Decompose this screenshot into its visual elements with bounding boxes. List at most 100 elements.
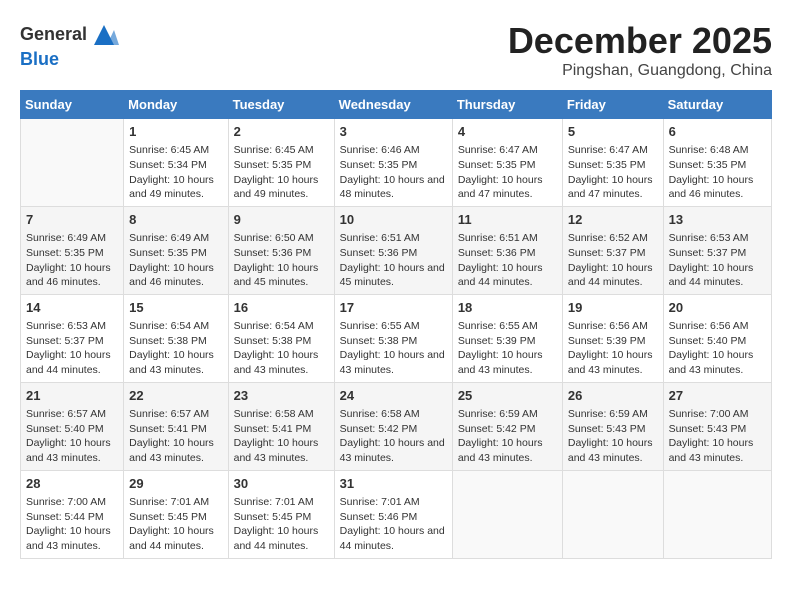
sunrise-label: Sunrise: 6:59 AM [458,408,538,420]
sunrise-label: Sunrise: 7:01 AM [340,496,420,508]
weekday-header: Tuesday [228,91,334,119]
sunrise-label: Sunrise: 6:45 AM [129,144,209,156]
daylight-label: Daylight: 10 hours and 49 minutes. [129,174,214,201]
daylight-label: Daylight: 10 hours and 46 minutes. [129,262,214,289]
calendar-day-cell [21,119,124,207]
day-info: Sunrise: 6:53 AM Sunset: 5:37 PM Dayligh… [26,319,118,378]
day-info: Sunrise: 6:45 AM Sunset: 5:35 PM Dayligh… [234,143,329,202]
sunrise-label: Sunrise: 6:45 AM [234,144,314,156]
calendar-day-cell: 19 Sunrise: 6:56 AM Sunset: 5:39 PM Dayl… [562,294,663,382]
day-info: Sunrise: 6:55 AM Sunset: 5:39 PM Dayligh… [458,319,557,378]
logo-icon [89,20,119,50]
day-number: 28 [26,475,118,493]
sunset-label: Sunset: 5:35 PM [568,159,646,171]
sunset-label: Sunset: 5:40 PM [669,335,747,347]
sunrise-label: Sunrise: 6:52 AM [568,232,648,244]
day-info: Sunrise: 7:01 AM Sunset: 5:45 PM Dayligh… [129,495,222,554]
sunset-label: Sunset: 5:46 PM [340,511,418,523]
day-info: Sunrise: 6:52 AM Sunset: 5:37 PM Dayligh… [568,231,658,290]
daylight-label: Daylight: 10 hours and 44 minutes. [234,525,319,552]
sunrise-label: Sunrise: 6:57 AM [26,408,106,420]
calendar-day-cell [663,470,771,558]
day-number: 7 [26,211,118,229]
sunset-label: Sunset: 5:45 PM [129,511,207,523]
calendar-day-cell: 23 Sunrise: 6:58 AM Sunset: 5:41 PM Dayl… [228,382,334,470]
day-number: 17 [340,299,447,317]
day-info: Sunrise: 6:57 AM Sunset: 5:41 PM Dayligh… [129,407,222,466]
day-info: Sunrise: 6:51 AM Sunset: 5:36 PM Dayligh… [340,231,447,290]
sunrise-label: Sunrise: 6:53 AM [26,320,106,332]
sunset-label: Sunset: 5:40 PM [26,423,104,435]
daylight-label: Daylight: 10 hours and 44 minutes. [458,262,543,289]
calendar-header: SundayMondayTuesdayWednesdayThursdayFrid… [21,91,772,119]
sunset-label: Sunset: 5:43 PM [669,423,747,435]
calendar-week-row: 14 Sunrise: 6:53 AM Sunset: 5:37 PM Dayl… [21,294,772,382]
sunset-label: Sunset: 5:39 PM [568,335,646,347]
day-number: 4 [458,123,557,141]
day-number: 29 [129,475,222,493]
day-number: 18 [458,299,557,317]
daylight-label: Daylight: 10 hours and 43 minutes. [568,437,653,464]
day-number: 9 [234,211,329,229]
calendar-day-cell: 12 Sunrise: 6:52 AM Sunset: 5:37 PM Dayl… [562,206,663,294]
day-number: 19 [568,299,658,317]
day-number: 22 [129,387,222,405]
sunrise-label: Sunrise: 6:58 AM [340,408,420,420]
day-number: 10 [340,211,447,229]
sunrise-label: Sunrise: 6:54 AM [234,320,314,332]
daylight-label: Daylight: 10 hours and 44 minutes. [340,525,445,552]
daylight-label: Daylight: 10 hours and 46 minutes. [26,262,111,289]
sunset-label: Sunset: 5:37 PM [26,335,104,347]
calendar-week-row: 28 Sunrise: 7:00 AM Sunset: 5:44 PM Dayl… [21,470,772,558]
calendar-day-cell: 14 Sunrise: 6:53 AM Sunset: 5:37 PM Dayl… [21,294,124,382]
day-number: 21 [26,387,118,405]
daylight-label: Daylight: 10 hours and 47 minutes. [458,174,543,201]
calendar-day-cell: 17 Sunrise: 6:55 AM Sunset: 5:38 PM Dayl… [334,294,452,382]
day-info: Sunrise: 6:53 AM Sunset: 5:37 PM Dayligh… [669,231,766,290]
day-number: 24 [340,387,447,405]
daylight-label: Daylight: 10 hours and 43 minutes. [669,349,754,376]
sunset-label: Sunset: 5:35 PM [234,159,312,171]
logo-general: General [20,24,87,44]
calendar-day-cell [452,470,562,558]
sunset-label: Sunset: 5:36 PM [340,247,418,259]
daylight-label: Daylight: 10 hours and 43 minutes. [234,349,319,376]
sunset-label: Sunset: 5:35 PM [26,247,104,259]
sunset-label: Sunset: 5:34 PM [129,159,207,171]
day-number: 30 [234,475,329,493]
day-info: Sunrise: 6:49 AM Sunset: 5:35 PM Dayligh… [129,231,222,290]
weekday-header: Friday [562,91,663,119]
day-info: Sunrise: 6:54 AM Sunset: 5:38 PM Dayligh… [129,319,222,378]
daylight-label: Daylight: 10 hours and 43 minutes. [458,437,543,464]
calendar-day-cell: 24 Sunrise: 6:58 AM Sunset: 5:42 PM Dayl… [334,382,452,470]
sunrise-label: Sunrise: 6:54 AM [129,320,209,332]
daylight-label: Daylight: 10 hours and 48 minutes. [340,174,445,201]
sunset-label: Sunset: 5:35 PM [669,159,747,171]
sunrise-label: Sunrise: 6:53 AM [669,232,749,244]
sunset-label: Sunset: 5:42 PM [340,423,418,435]
logo-blue: Blue [20,49,59,69]
day-number: 26 [568,387,658,405]
day-number: 1 [129,123,222,141]
calendar-day-cell: 10 Sunrise: 6:51 AM Sunset: 5:36 PM Dayl… [334,206,452,294]
sunrise-label: Sunrise: 6:49 AM [129,232,209,244]
calendar-day-cell: 3 Sunrise: 6:46 AM Sunset: 5:35 PM Dayli… [334,119,452,207]
page-header: General Blue December 2025 Pingshan, Gua… [20,20,772,80]
daylight-label: Daylight: 10 hours and 43 minutes. [129,349,214,376]
month-title: December 2025 [508,20,772,62]
calendar-day-cell: 29 Sunrise: 7:01 AM Sunset: 5:45 PM Dayl… [124,470,228,558]
sunrise-label: Sunrise: 6:46 AM [340,144,420,156]
calendar-day-cell: 25 Sunrise: 6:59 AM Sunset: 5:42 PM Dayl… [452,382,562,470]
day-info: Sunrise: 6:59 AM Sunset: 5:43 PM Dayligh… [568,407,658,466]
location-title: Pingshan, Guangdong, China [508,62,772,80]
sunset-label: Sunset: 5:38 PM [234,335,312,347]
day-info: Sunrise: 7:01 AM Sunset: 5:45 PM Dayligh… [234,495,329,554]
day-info: Sunrise: 6:47 AM Sunset: 5:35 PM Dayligh… [568,143,658,202]
sunrise-label: Sunrise: 6:47 AM [458,144,538,156]
sunset-label: Sunset: 5:35 PM [129,247,207,259]
weekday-header: Sunday [21,91,124,119]
sunset-label: Sunset: 5:39 PM [458,335,536,347]
calendar-day-cell: 28 Sunrise: 7:00 AM Sunset: 5:44 PM Dayl… [21,470,124,558]
sunset-label: Sunset: 5:41 PM [234,423,312,435]
sunrise-label: Sunrise: 7:00 AM [26,496,106,508]
